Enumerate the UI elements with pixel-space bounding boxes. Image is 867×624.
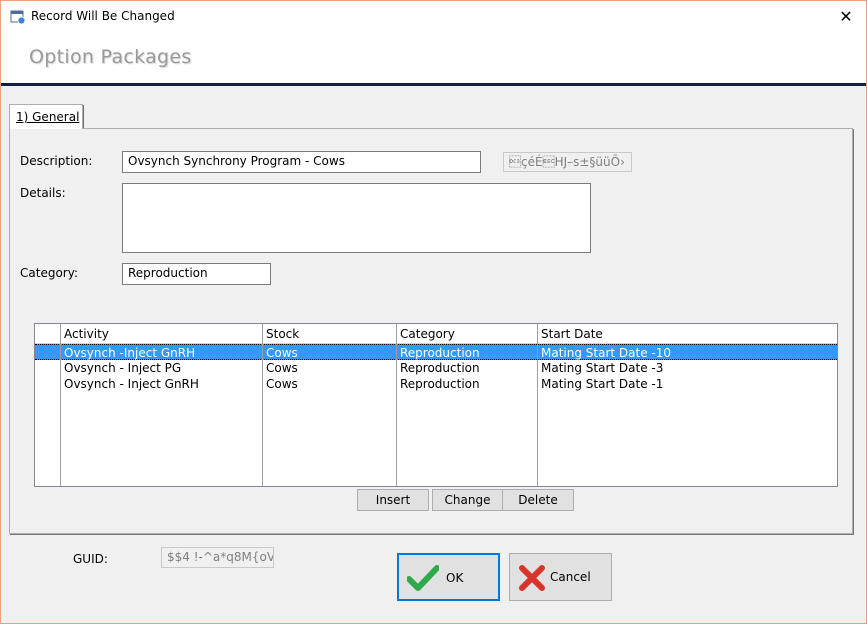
app-window-icon	[10, 10, 26, 25]
cancel-button-label: Cancel	[550, 570, 591, 584]
cell-stock: Cows	[266, 361, 298, 375]
cell-stock: Cows	[266, 346, 298, 360]
cell-category: Reproduction	[400, 377, 480, 391]
title-bar: Record Will Be Changed ✕	[1, 1, 866, 32]
insert-button-label: Insert	[375, 493, 411, 507]
column-divider[interactable]	[396, 324, 397, 486]
cell-activity: Ovsynch - Inject PG	[64, 361, 182, 375]
ok-button[interactable]: OK	[397, 553, 500, 601]
checkmark-icon	[407, 565, 439, 591]
column-header-category[interactable]: Category	[400, 327, 455, 341]
activities-grid[interactable]: Activity Stock Category Start Date Ovsyn…	[34, 323, 838, 487]
cell-start-date: Mating Start Date -3	[541, 361, 664, 375]
delete-button-label: Delete	[518, 493, 558, 507]
cross-icon	[519, 565, 545, 591]
change-button-label: Change	[444, 493, 491, 507]
cell-category: Reproduction	[400, 361, 480, 375]
close-icon: ✕	[839, 7, 853, 26]
insert-button[interactable]: Insert	[357, 489, 429, 511]
cell-start-date: Mating Start Date -10	[541, 346, 672, 360]
grid-header: Activity Stock Category Start Date	[35, 324, 837, 344]
code-field: çéÉHJ–s±§üüÕ›	[503, 152, 632, 172]
change-button[interactable]: Change	[432, 489, 503, 511]
description-field[interactable]: Ovsynch Synchrony Program - Cows	[122, 151, 481, 173]
guid-label: GUID:	[73, 552, 108, 566]
details-label: Details:	[20, 186, 66, 200]
column-divider[interactable]	[262, 324, 263, 486]
close-button[interactable]: ✕	[827, 1, 865, 32]
delete-button[interactable]: Delete	[502, 489, 574, 511]
column-header-start-date[interactable]: Start Date	[541, 327, 603, 341]
column-header-activity[interactable]: Activity	[64, 327, 109, 341]
column-header-stock[interactable]: Stock	[266, 327, 299, 341]
category-label: Category:	[20, 266, 78, 280]
table-row[interactable]: Ovsynch - Inject PG Cows Reproduction Ma…	[35, 360, 837, 376]
page-header: Option Packages	[1, 32, 866, 86]
window-title: Record Will Be Changed	[31, 9, 175, 23]
table-row[interactable]: Ovsynch - Inject GnRH Cows Reproduction …	[35, 376, 837, 392]
details-field[interactable]	[122, 183, 591, 253]
cell-activity: Ovsynch - Inject GnRH	[64, 377, 199, 391]
cell-category: Reproduction	[400, 346, 480, 360]
column-divider[interactable]	[60, 324, 61, 486]
cancel-button[interactable]: Cancel	[509, 553, 612, 601]
description-label: Description:	[20, 154, 93, 168]
ok-button-label: OK	[446, 571, 464, 585]
table-row[interactable]: Ovsynch -Inject GnRH Cows Reproduction M…	[35, 344, 837, 360]
tab-general-label: 1) General	[16, 110, 80, 124]
cell-activity: Ovsynch -Inject GnRH	[64, 346, 196, 360]
cell-start-date: Mating Start Date -1	[541, 377, 664, 391]
tab-general[interactable]: 1) General	[9, 104, 83, 129]
page-title: Option Packages	[29, 46, 192, 68]
column-divider[interactable]	[537, 324, 538, 486]
dialog-window: Record Will Be Changed ✕ Option Packages…	[0, 0, 867, 624]
category-field[interactable]: Reproduction	[122, 263, 271, 285]
cell-stock: Cows	[266, 377, 298, 391]
guid-field: $$4 !-^a*q8M{oV	[161, 547, 274, 568]
